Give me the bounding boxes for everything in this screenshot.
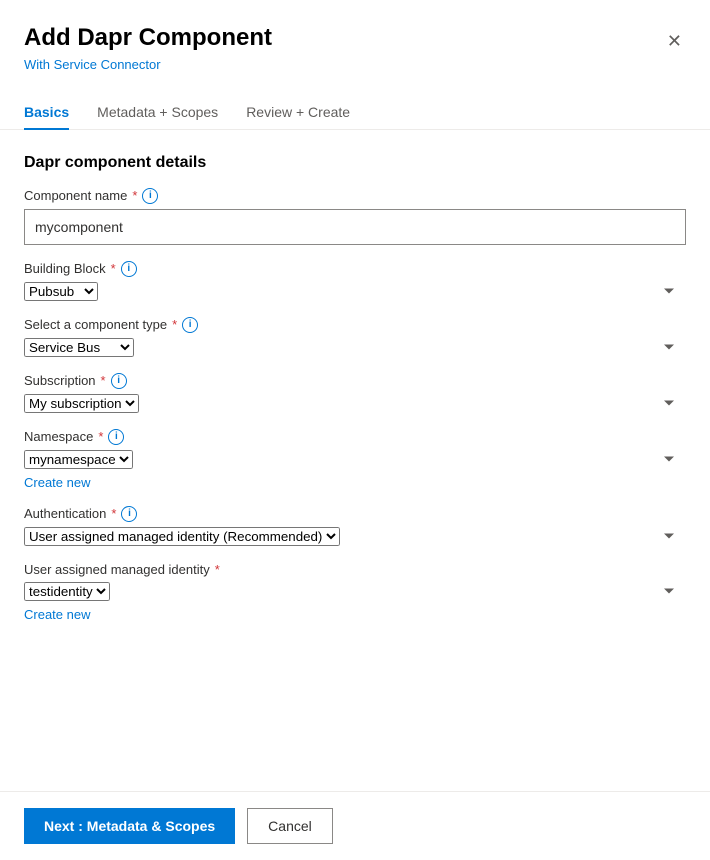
- namespace-select[interactable]: mynamespace: [24, 450, 133, 469]
- authentication-info-icon[interactable]: i: [121, 506, 137, 522]
- subscription-info-icon[interactable]: i: [111, 373, 127, 389]
- component-name-label: Component name * i: [24, 188, 686, 204]
- section-title: Dapr component details: [24, 154, 686, 172]
- building-block-info-icon[interactable]: i: [121, 261, 137, 277]
- cancel-button[interactable]: Cancel: [247, 808, 333, 844]
- close-button[interactable]: ✕: [663, 28, 686, 54]
- subscription-field: Subscription * i My subscription: [24, 373, 686, 413]
- component-type-select[interactable]: Service Bus Event Hubs RabbitMQ Redis St…: [24, 338, 134, 357]
- tab-basics[interactable]: Basics: [24, 96, 69, 130]
- tab-bar: Basics Metadata + Scopes Review + Create: [0, 80, 710, 130]
- subscription-label: Subscription * i: [24, 373, 686, 389]
- component-type-select-wrapper: Service Bus Event Hubs RabbitMQ Redis St…: [24, 338, 686, 357]
- component-type-info-icon[interactable]: i: [182, 317, 198, 333]
- user-identity-field: User assigned managed identity * testide…: [24, 562, 686, 622]
- building-block-select-wrapper: Pubsub State Bindings Secrets: [24, 282, 686, 301]
- add-dapr-component-dialog: Add Dapr Component With Service Connecto…: [0, 0, 710, 860]
- namespace-select-wrapper: mynamespace: [24, 450, 686, 469]
- user-identity-label: User assigned managed identity *: [24, 562, 686, 577]
- required-star-type: *: [172, 317, 177, 332]
- component-type-field: Select a component type * i Service Bus …: [24, 317, 686, 357]
- authentication-select-wrapper: User assigned managed identity (Recommen…: [24, 527, 686, 546]
- identity-create-new-link[interactable]: Create new: [24, 607, 90, 622]
- building-block-field: Building Block * i Pubsub State Bindings…: [24, 261, 686, 301]
- building-block-label: Building Block * i: [24, 261, 686, 277]
- dialog-header: Add Dapr Component With Service Connecto…: [0, 0, 710, 72]
- component-name-input[interactable]: [24, 209, 686, 245]
- required-star-auth: *: [111, 506, 116, 521]
- subscription-select[interactable]: My subscription: [24, 394, 139, 413]
- subscription-select-wrapper: My subscription: [24, 394, 686, 413]
- dialog-subtitle: With Service Connector: [24, 57, 272, 72]
- tab-metadata-scopes[interactable]: Metadata + Scopes: [97, 96, 218, 130]
- component-type-label: Select a component type * i: [24, 317, 686, 333]
- required-star-block: *: [111, 261, 116, 276]
- tab-review-create[interactable]: Review + Create: [246, 96, 350, 130]
- building-block-select[interactable]: Pubsub State Bindings Secrets: [24, 282, 98, 301]
- dialog-footer: Next : Metadata & Scopes Cancel: [0, 791, 710, 860]
- required-star-name: *: [132, 188, 137, 203]
- namespace-info-icon[interactable]: i: [108, 429, 124, 445]
- authentication-select[interactable]: User assigned managed identity (Recommen…: [24, 527, 340, 546]
- dialog-title: Add Dapr Component: [24, 24, 272, 53]
- form-body: Dapr component details Component name * …: [0, 130, 710, 791]
- component-name-field: Component name * i: [24, 188, 686, 245]
- namespace-label: Namespace * i: [24, 429, 686, 445]
- user-identity-select[interactable]: testidentity: [24, 582, 110, 601]
- component-name-info-icon[interactable]: i: [142, 188, 158, 204]
- next-button[interactable]: Next : Metadata & Scopes: [24, 808, 235, 844]
- header-text: Add Dapr Component With Service Connecto…: [24, 24, 272, 72]
- authentication-label: Authentication * i: [24, 506, 686, 522]
- required-star-ns: *: [98, 429, 103, 444]
- namespace-field: Namespace * i mynamespace Create new: [24, 429, 686, 490]
- required-star-identity: *: [215, 562, 220, 577]
- user-identity-select-wrapper: testidentity: [24, 582, 686, 601]
- required-star-sub: *: [101, 373, 106, 388]
- namespace-create-new-link[interactable]: Create new: [24, 475, 90, 490]
- authentication-field: Authentication * i User assigned managed…: [24, 506, 686, 546]
